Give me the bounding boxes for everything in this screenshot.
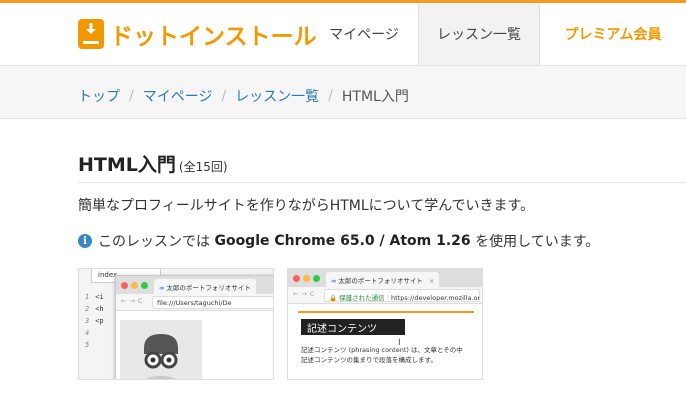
secure-label: 保護された通信	[339, 294, 385, 302]
tab-close-icon: ×	[428, 277, 435, 285]
browser-window: ∞ 太郎のポートフォリオサイト × ←→C 🔒 保護された通信 | https://…	[288, 269, 482, 379]
browser-window: ∞ 太郎のポートフォリオサイト ←→C file:///Users/taguchi…	[115, 275, 273, 379]
lesson-description: 簡単なプロフィールサイトを作りながらHTMLについて学んでいきます。	[78, 198, 535, 214]
code-line: 4	[85, 329, 90, 337]
editor-code: 1 <i 2 <h 3 <p 4 5	[85, 291, 104, 351]
breadcrumb-top[interactable]: トップ	[78, 86, 120, 106]
lesson-count: (全15回)	[178, 160, 228, 174]
info-icon: i	[78, 234, 92, 248]
address-url: https://developer.mozilla.org	[391, 294, 480, 302]
nav-mypage[interactable]: マイページ	[310, 3, 418, 65]
code-line: 2 <h	[85, 305, 104, 313]
close-dot-icon	[293, 275, 300, 282]
infinity-icon: ∞	[331, 277, 337, 285]
nav-lessons[interactable]: レッスン一覧	[418, 3, 540, 65]
browser-tab: ∞ 太郎のポートフォリオサイト	[154, 279, 256, 294]
breadcrumb-separator: /	[328, 88, 333, 104]
sample-heading: 記述コンテンツ	[301, 319, 405, 335]
breadcrumb-mypage[interactable]: マイページ	[143, 86, 213, 106]
lesson-thumbnail-2[interactable]: ∞ 太郎のポートフォリオサイト × ←→C 🔒 保護された通信 | https://…	[287, 268, 483, 380]
nav-arrows-icon: ←→C	[121, 297, 146, 305]
address-field: 🔒 保護された通信 | https://developer.mozilla.or…	[324, 289, 480, 302]
browser-tabbar: ∞ 太郎のポートフォリオサイト	[116, 276, 273, 294]
lesson-thumbnail-1[interactable]: index 1 <i 2 <h 3 <p 4 5 ∞ 太郎のポートフォリオサイト ←→C…	[78, 268, 274, 380]
env-suffix: を使用しています。	[475, 234, 600, 250]
browser-tab: ∞ 太郎のポートフォリオサイト ×	[326, 272, 440, 287]
page-title: HTML入門 (全15回)	[78, 150, 228, 177]
code-line: 3 <p	[85, 317, 104, 325]
close-dot-icon	[121, 282, 128, 289]
address-bar: ←→C 🔒 保護された通信 | https://developer.mozill…	[288, 287, 482, 304]
loading-bar	[298, 311, 474, 313]
breadcrumb: トップ / マイページ / レッスン一覧 / HTML入門	[78, 86, 409, 106]
glasses-character-icon	[144, 334, 178, 379]
infinity-icon: ∞	[159, 284, 165, 292]
arrow-down-icon	[86, 23, 96, 34]
environment-note: i このレッスンでは Google Chrome 65.0 / Atom 1.2…	[78, 231, 599, 251]
env-prefix: このレッスンでは	[98, 234, 210, 250]
minimize-dot-icon	[131, 282, 138, 289]
logo-text: ドットインストール	[110, 24, 317, 50]
lock-icon: 🔒	[329, 294, 338, 302]
nav-premium[interactable]: プレミアム会員	[540, 3, 686, 65]
avatar-image	[120, 320, 202, 379]
maximize-dot-icon	[313, 275, 320, 282]
address-bar: ←→C file:///Users/taguchi/De	[116, 294, 273, 311]
breadcrumb-separator: /	[221, 88, 227, 104]
browser-tabbar: ∞ 太郎のポートフォリオサイト ×	[288, 269, 482, 287]
sample-text-line: 記述コンテンツの集まりで段落を構成します。	[301, 356, 437, 364]
breadcrumb-current: HTML入門	[341, 89, 409, 105]
lesson-title: HTML入門	[78, 154, 176, 176]
address-separator: |	[386, 294, 389, 302]
logo-tray	[83, 41, 99, 44]
code-line: 5	[85, 341, 90, 349]
breadcrumb-separator: /	[129, 88, 134, 104]
env-tools: Google Chrome 65.0 / Atom 1.26	[214, 233, 471, 249]
site-logo[interactable]: ドットインストール	[78, 16, 317, 52]
address-field: file:///Users/taguchi/De	[152, 296, 273, 309]
maximize-dot-icon	[141, 282, 148, 289]
code-line: 1 <i	[85, 293, 104, 301]
minimize-dot-icon	[303, 275, 310, 282]
nav-arrows-icon: ←→C	[293, 290, 318, 298]
title-divider	[78, 182, 686, 183]
sample-text: 記述コンテンツ (phrasing content) は、文章とその中 記述コン…	[301, 345, 463, 365]
breadcrumb-lessons[interactable]: レッスン一覧	[235, 86, 319, 106]
breadcrumb-bar: トップ / マイページ / レッスン一覧 / HTML入門	[0, 65, 686, 119]
sample-text-line: 記述コンテンツ (phrasing content) は、文章とその中	[301, 346, 463, 354]
site-header: ドットインストール マイページ レッスン一覧 プレミアム会員	[0, 3, 686, 65]
download-icon	[78, 19, 104, 49]
